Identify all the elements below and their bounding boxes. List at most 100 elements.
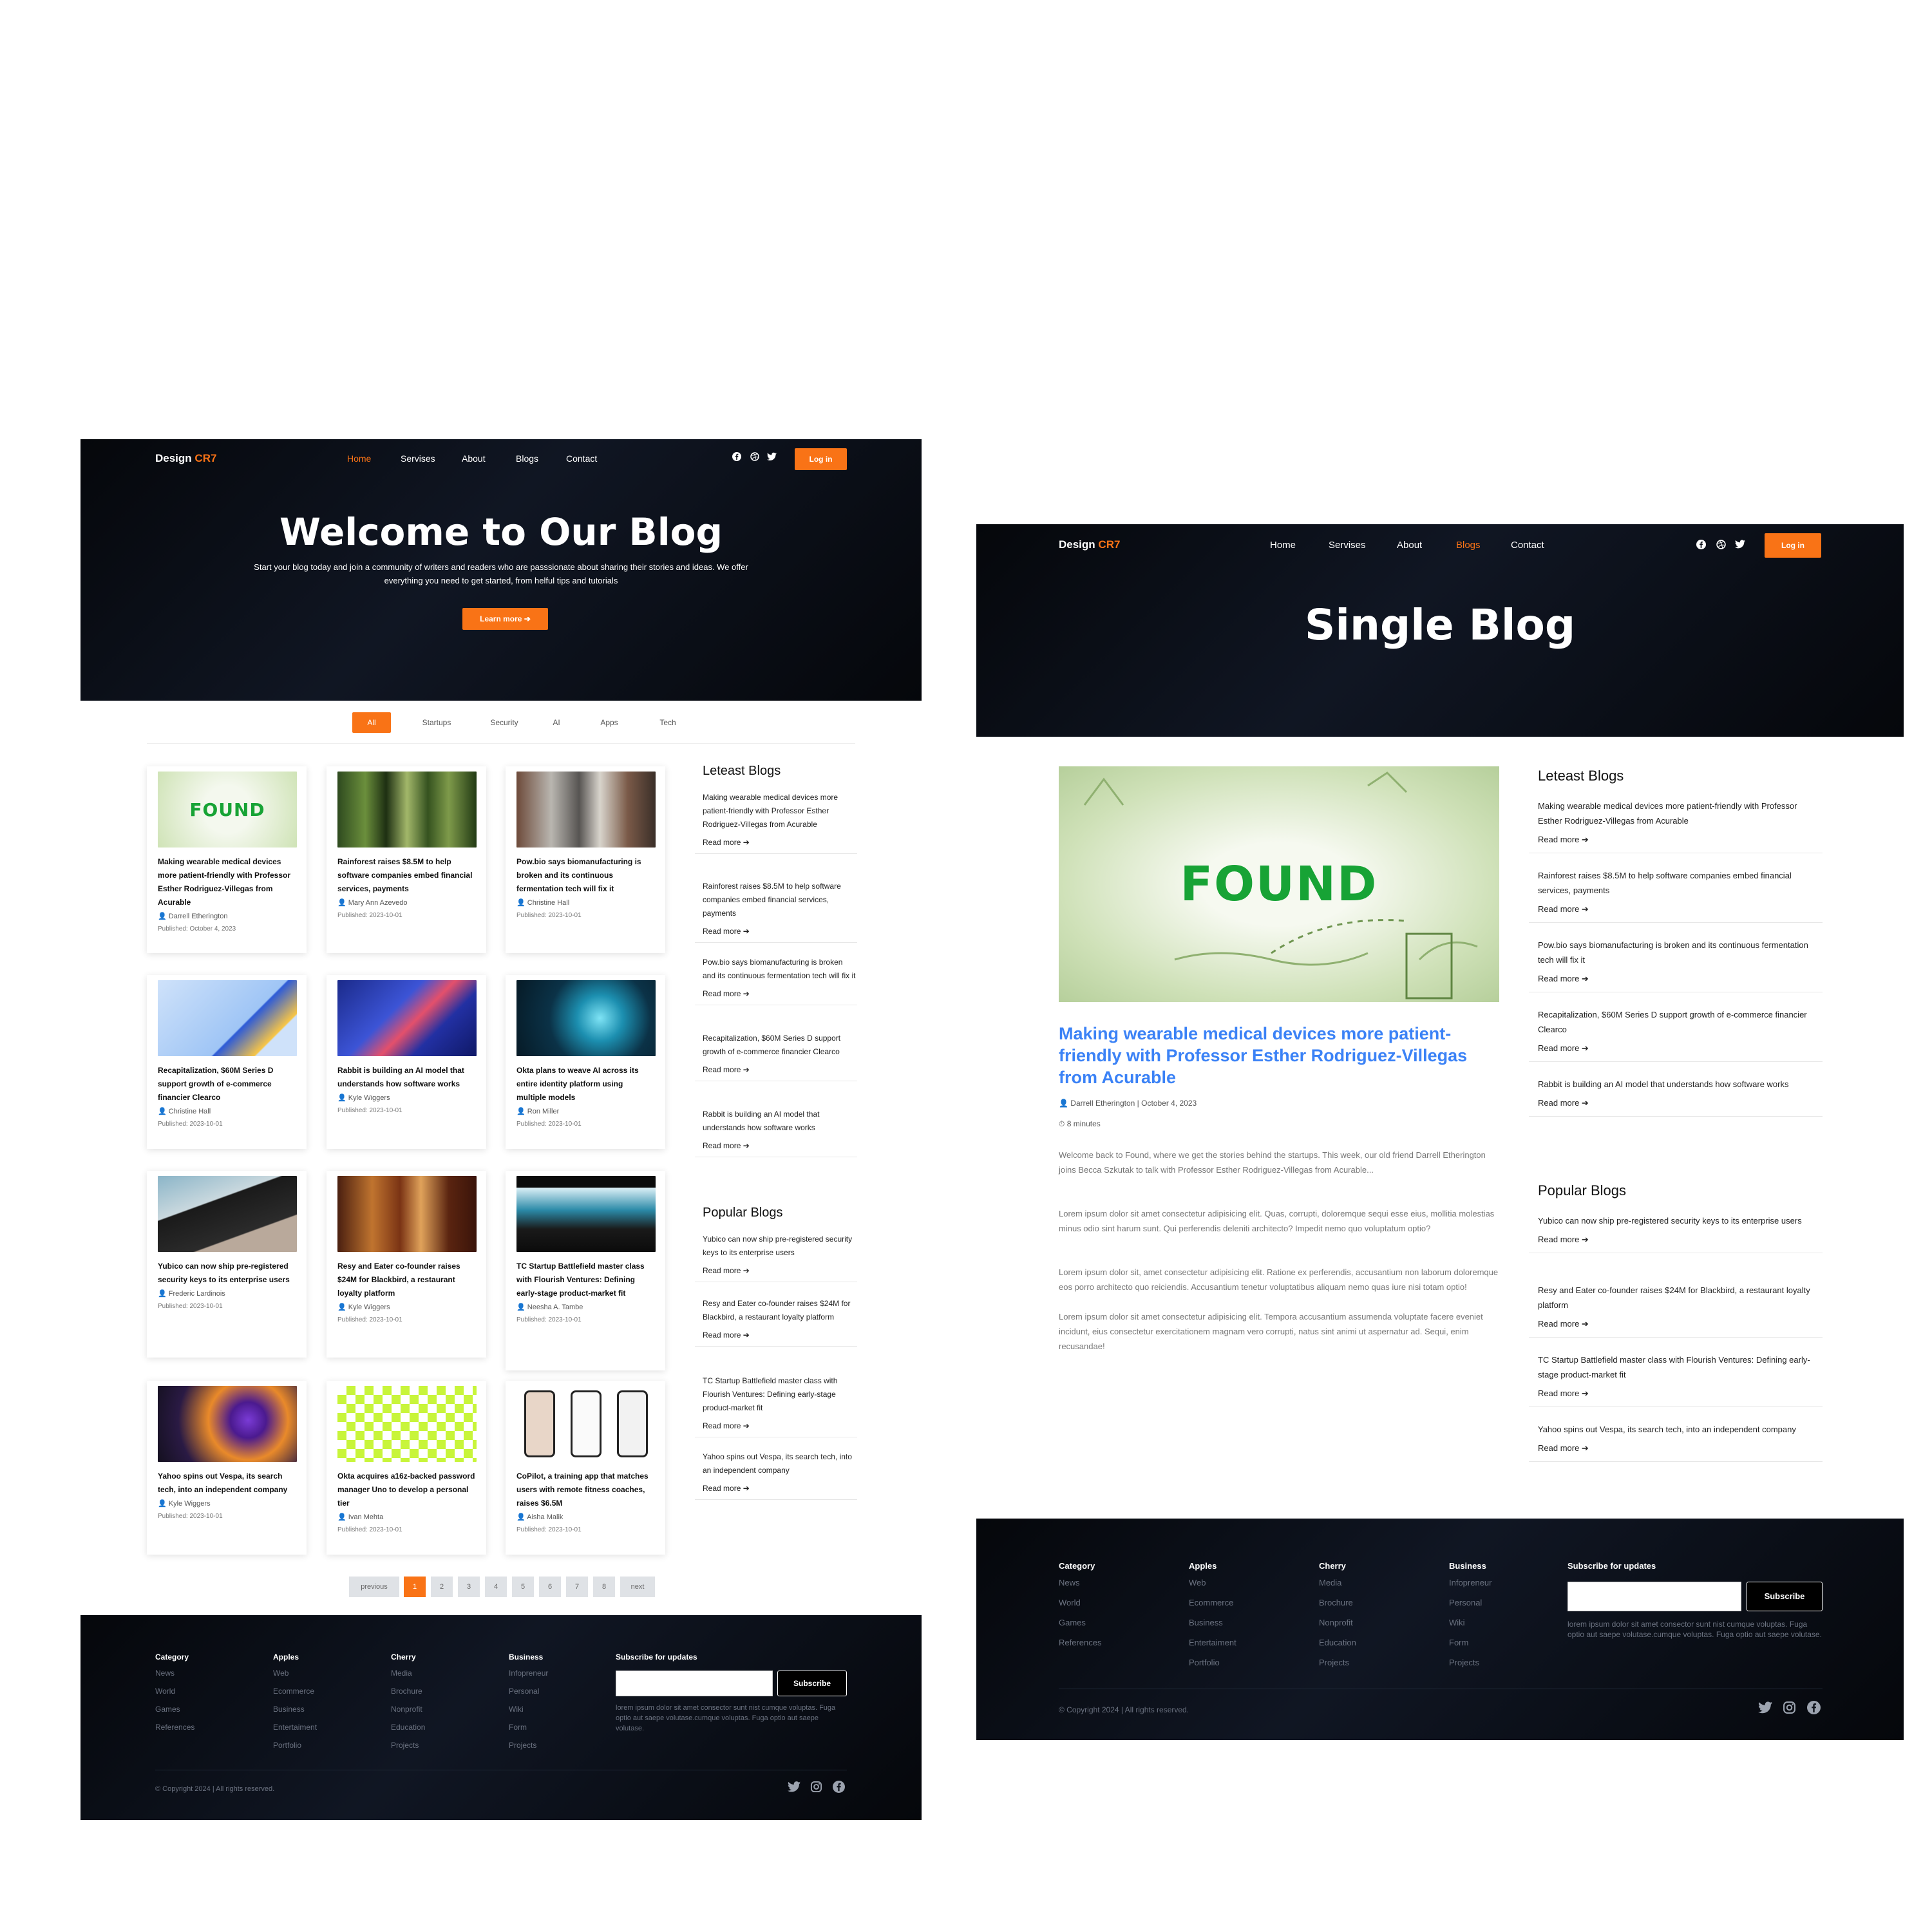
footer-link[interactable]: Games	[155, 1700, 180, 1718]
latest-blog-item[interactable]: Recapitalization, $60M Series D support …	[1529, 1007, 1823, 1062]
card-title[interactable]: TC Startup Battlefield master class with…	[516, 1260, 654, 1300]
blog-card[interactable]: TC Startup Battlefield master class with…	[506, 1171, 665, 1370]
card-title[interactable]: Yubico can now ship pre-registered secur…	[158, 1260, 296, 1287]
popular-blog-item[interactable]: TC Startup Battlefield master class with…	[1529, 1352, 1823, 1407]
nav-blogs[interactable]: Blogs	[516, 453, 538, 464]
footer-link[interactable]: Education	[391, 1718, 425, 1736]
footer-link[interactable]: World	[1059, 1593, 1081, 1613]
popular-blog-item[interactable]: Resy and Eater co-founder raises $24M fo…	[1529, 1283, 1823, 1338]
footer-link[interactable]: Infopreneur	[509, 1664, 548, 1682]
latest-blog-item[interactable]: Recapitalization, $60M Series D support …	[695, 1032, 857, 1081]
nav-services[interactable]: Servises	[1329, 540, 1366, 551]
card-title[interactable]: Making wearable medical devices more pat…	[158, 855, 296, 909]
footer-link[interactable]: Portfolio	[1189, 1653, 1220, 1672]
read-more-link[interactable]: Read more ➔	[703, 989, 857, 998]
read-more-link[interactable]: Read more ➔	[703, 1331, 857, 1340]
footer-link[interactable]: Business	[1189, 1613, 1223, 1633]
nav-home[interactable]: Home	[1270, 540, 1296, 551]
footer-link[interactable]: References	[155, 1718, 194, 1736]
nav-about[interactable]: About	[1397, 540, 1422, 551]
footer-link[interactable]: Media	[1319, 1573, 1341, 1593]
latest-blog-item[interactable]: Rainforest raises $8.5M to help software…	[1529, 868, 1823, 923]
facebook-icon[interactable]	[1807, 1701, 1821, 1718]
brand-logo[interactable]: Design CR7	[155, 452, 216, 465]
nav-home[interactable]: Home	[347, 453, 371, 464]
popular-blog-item[interactable]: Resy and Eater co-founder raises $24M fo…	[695, 1297, 857, 1347]
popular-blog-item[interactable]: Yubico can now ship pre-registered secur…	[695, 1233, 857, 1282]
read-more-link[interactable]: Read more ➔	[1538, 1043, 1823, 1054]
page-1[interactable]: 1	[404, 1577, 426, 1597]
card-title[interactable]: Rabbit is building an AI model that unde…	[337, 1064, 475, 1091]
blog-card[interactable]: Okta acquires a16z-backed password manag…	[327, 1381, 486, 1555]
blog-card[interactable]: Yahoo spins out Vespa, its search tech, …	[147, 1381, 307, 1555]
login-button[interactable]: Log in	[1765, 533, 1821, 558]
footer-link[interactable]: Entertaiment	[273, 1718, 317, 1736]
footer-link[interactable]: Infopreneur	[1449, 1573, 1492, 1593]
page-5[interactable]: 5	[512, 1577, 534, 1597]
filter-tech[interactable]: Tech	[652, 712, 684, 733]
footer-link[interactable]: Education	[1319, 1633, 1356, 1653]
blog-card[interactable]: Pow.bio says biomanufacturing is broken …	[506, 766, 665, 953]
card-title[interactable]: Rainforest raises $8.5M to help software…	[337, 855, 475, 896]
read-more-link[interactable]: Read more ➔	[1538, 1319, 1823, 1329]
footer-link[interactable]: Media	[391, 1664, 412, 1682]
dribbble-icon[interactable]	[1716, 540, 1726, 551]
footer-link[interactable]: News	[1059, 1573, 1080, 1593]
page-next[interactable]: next	[620, 1577, 655, 1597]
read-more-link[interactable]: Read more ➔	[703, 1141, 857, 1150]
footer-link[interactable]: World	[155, 1682, 175, 1700]
twitter-icon[interactable]	[767, 452, 777, 463]
blog-card[interactable]: Rabbit is building an AI model that unde…	[327, 975, 486, 1149]
facebook-icon[interactable]	[1696, 540, 1706, 551]
twitter-icon[interactable]	[1758, 1701, 1772, 1717]
read-more-link[interactable]: Read more ➔	[703, 1421, 857, 1430]
footer-link[interactable]: Brochure	[391, 1682, 422, 1700]
dribbble-icon[interactable]	[750, 452, 759, 463]
footer-link[interactable]: Form	[1449, 1633, 1468, 1653]
footer-link[interactable]: Brochure	[1319, 1593, 1353, 1613]
footer-link[interactable]: Business	[273, 1700, 305, 1718]
subscribe-email-input[interactable]	[1567, 1582, 1741, 1611]
nav-services[interactable]: Servises	[401, 453, 435, 464]
card-title[interactable]: Okta acquires a16z-backed password manag…	[337, 1470, 475, 1510]
footer-link[interactable]: Portfolio	[273, 1736, 301, 1754]
footer-link[interactable]: Entertaiment	[1189, 1633, 1236, 1653]
read-more-link[interactable]: Read more ➔	[1538, 835, 1823, 845]
subscribe-email-input[interactable]	[616, 1671, 773, 1696]
footer-link[interactable]: Games	[1059, 1613, 1086, 1633]
card-title[interactable]: Resy and Eater co-founder raises $24M fo…	[337, 1260, 475, 1300]
page-previous[interactable]: previous	[349, 1577, 399, 1597]
latest-blog-item[interactable]: Rainforest raises $8.5M to help software…	[695, 880, 857, 943]
latest-blog-item[interactable]: Rabbit is building an AI model that unde…	[1529, 1077, 1823, 1117]
blog-card[interactable]: CoPilot, a training app that matches use…	[506, 1381, 665, 1555]
footer-link[interactable]: Projects	[1319, 1653, 1349, 1672]
popular-blog-item[interactable]: Yubico can now ship pre-registered secur…	[1529, 1213, 1823, 1253]
facebook-icon[interactable]	[833, 1781, 845, 1796]
read-more-link[interactable]: Read more ➔	[1538, 904, 1823, 914]
latest-blog-item[interactable]: Rabbit is building an AI model that unde…	[695, 1108, 857, 1157]
blog-card[interactable]: Yubico can now ship pre-registered secur…	[147, 1171, 307, 1358]
read-more-link[interactable]: Read more ➔	[1538, 974, 1823, 984]
footer-link[interactable]: Nonprofit	[391, 1700, 422, 1718]
footer-link[interactable]: References	[1059, 1633, 1101, 1653]
popular-blog-item[interactable]: TC Startup Battlefield master class with…	[695, 1374, 857, 1437]
latest-blog-item[interactable]: Pow.bio says biomanufacturing is broken …	[1529, 938, 1823, 992]
twitter-icon[interactable]	[788, 1781, 800, 1795]
card-title[interactable]: Recapitalization, $60M Series D support …	[158, 1064, 296, 1104]
read-more-link[interactable]: Read more ➔	[1538, 1388, 1823, 1399]
login-button[interactable]: Log in	[795, 448, 847, 470]
footer-link[interactable]: Web	[1189, 1573, 1206, 1593]
read-more-link[interactable]: Read more ➔	[703, 1266, 857, 1275]
page-8[interactable]: 8	[593, 1577, 615, 1597]
footer-link[interactable]: Projects	[391, 1736, 419, 1754]
subscribe-button[interactable]: Subscribe	[777, 1671, 847, 1696]
page-3[interactable]: 3	[458, 1577, 480, 1597]
blog-card[interactable]: Rainforest raises $8.5M to help software…	[327, 766, 486, 953]
card-title[interactable]: CoPilot, a training app that matches use…	[516, 1470, 654, 1510]
footer-link[interactable]: Projects	[1449, 1653, 1479, 1672]
filter-startups[interactable]: Startups	[415, 712, 458, 733]
popular-blog-item[interactable]: Yahoo spins out Vespa, its search tech, …	[1529, 1422, 1823, 1462]
filter-security[interactable]: Security	[483, 712, 526, 733]
read-more-link[interactable]: Read more ➔	[703, 927, 857, 936]
blog-card[interactable]: Resy and Eater co-founder raises $24M fo…	[327, 1171, 486, 1358]
